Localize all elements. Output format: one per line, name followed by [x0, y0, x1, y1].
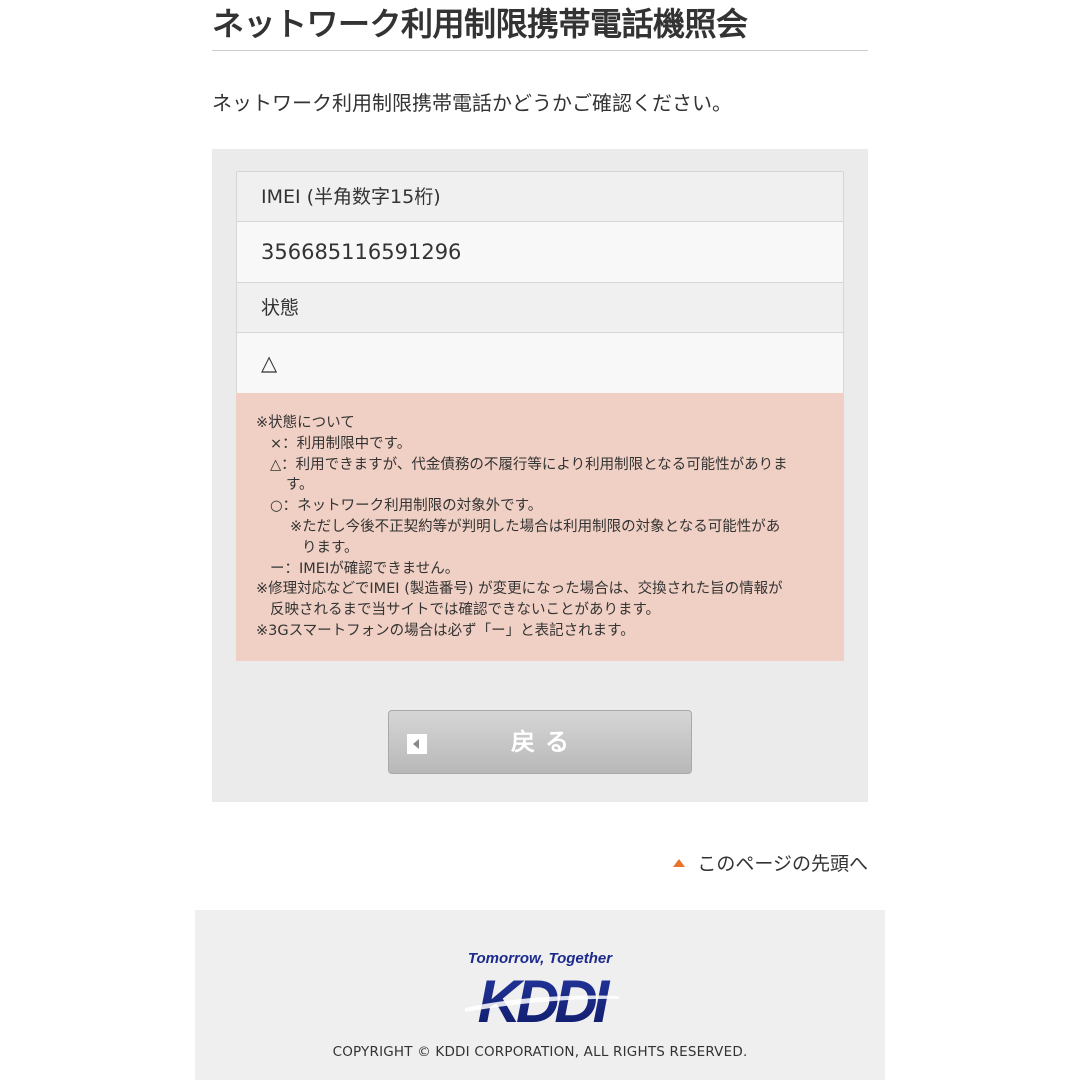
result-panel: IMEI (半角数字15桁) 356685116591296 状態 △ ※状態に… — [212, 149, 868, 802]
imei-label: IMEI (半角数字15桁) — [237, 172, 843, 222]
page-lead: ネットワーク利用制限携帯電話かどうかご確認ください。 — [212, 91, 732, 115]
note-line: ※修理対応などでIMEI (製造番号) が変更になった場合は、交換された旨の情報… — [256, 581, 783, 598]
status-notes: ※状態について ×：利用制限中です。 △：利用できますが、代金債務の不履行等によ… — [236, 393, 844, 661]
note-line: 反映されるまで当サイトでは確認できないことがあります。 — [270, 602, 661, 619]
footer: Tomorrow, Together KDDI COPYRIGHT © KDDI… — [195, 910, 885, 1080]
back-button-label: 戻る — [511, 728, 579, 756]
note-line: す。 — [286, 477, 314, 494]
note-line: △：利用できますが、代金債務の不履行等により利用制限となる可能性がありま — [270, 456, 788, 473]
page-top-link[interactable]: このページの先頭へ — [673, 850, 868, 878]
note-line: ※3Gスマートフォンの場合は必ず「ー」と表記されます。 — [256, 622, 635, 639]
page: ネットワーク利用制限携帯電話機照会 ネットワーク利用制限携帯電話かどうかご確認く… — [0, 0, 1080, 1080]
note-line: ー：IMEIが確認できません。 — [270, 560, 460, 577]
logo-tagline: Tomorrow, Together — [468, 950, 613, 967]
status-label: 状態 — [237, 283, 843, 333]
copyright: COPYRIGHT © KDDI CORPORATION, ALL RIGHTS… — [332, 1044, 748, 1060]
note-line: ります。 — [302, 539, 359, 556]
page-title: ネットワーク利用制限携帯電話機照会 — [212, 2, 868, 51]
kddi-logo: Tomorrow, Together KDDI — [465, 950, 619, 1028]
result-table: IMEI (半角数字15桁) 356685116591296 状態 △ — [236, 171, 844, 395]
page-top-label: このページの先頭へ — [697, 853, 868, 875]
note-line: ×：利用制限中です。 — [270, 435, 412, 452]
back-button[interactable]: 戻る — [388, 710, 692, 774]
note-line: ○：ネットワーク利用制限の対象外です。 — [270, 498, 543, 515]
note-line: ※状態について — [256, 415, 355, 431]
status-value: △ — [237, 333, 843, 394]
triangle-up-icon — [673, 859, 686, 867]
note-line: ※ただし今後不正契約等が判明した場合は利用制限の対象となる可能性があ — [290, 518, 781, 535]
imei-value: 356685116591296 — [237, 222, 843, 283]
